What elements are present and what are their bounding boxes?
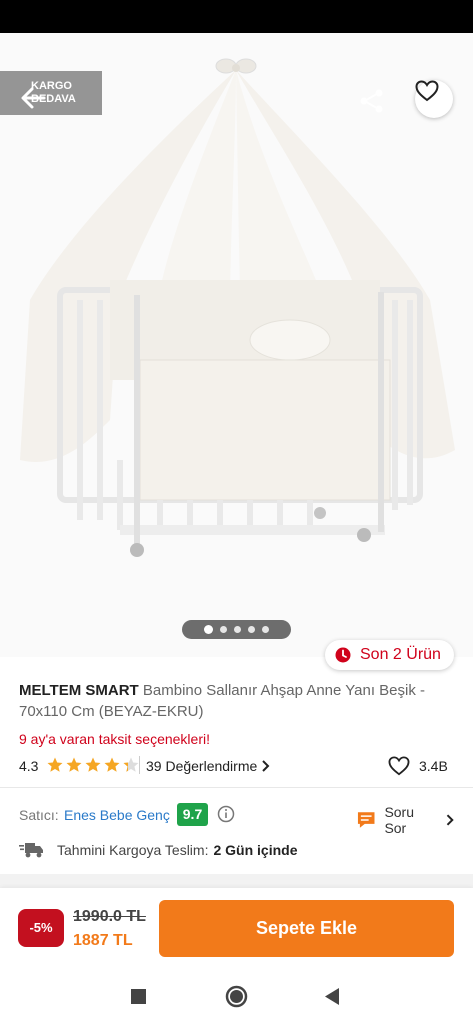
- shipping-value: 2 Gün içinde: [213, 842, 298, 858]
- rating-score: 4.3: [19, 758, 39, 774]
- low-stock-label: Son 2 Ürün: [360, 646, 441, 663]
- discount-badge: -5%: [18, 909, 64, 947]
- recents-icon[interactable]: [131, 989, 146, 1004]
- add-to-cart-button[interactable]: Sepete Ekle: [159, 900, 454, 957]
- favorite-button[interactable]: [415, 80, 453, 118]
- current-price: 1887 TL: [73, 932, 133, 949]
- star-full-icon: [66, 757, 82, 772]
- likes[interactable]: 3.4B: [388, 756, 448, 776]
- page-dot[interactable]: [262, 626, 269, 633]
- gallery-pagination[interactable]: [182, 620, 291, 639]
- back-button[interactable]: [20, 85, 46, 111]
- back-nav-icon[interactable]: [325, 988, 340, 1005]
- old-price: 1990.0 TL: [73, 908, 146, 925]
- star-half-icon: [123, 757, 139, 772]
- page-dot[interactable]: [234, 626, 241, 633]
- system-nav-bar: [0, 968, 473, 1024]
- product-title: MELTEM SMART Bambino Sallanır Ahşap Anne…: [19, 680, 459, 722]
- seller-name[interactable]: Enes Bebe Genç: [64, 807, 170, 823]
- star-full-icon: [104, 757, 120, 772]
- seller-row: Satıcı: Enes Bebe Genç 9.7 Soru Sor: [19, 803, 454, 836]
- truck-icon: [19, 843, 43, 858]
- home-icon[interactable]: [225, 985, 248, 1008]
- crib-illustration: [20, 58, 455, 557]
- separator: [139, 756, 140, 774]
- shipping-estimate: Tahmini Kargoya Teslim: 2 Gün içinde: [19, 840, 454, 860]
- info-icon[interactable]: [217, 805, 235, 823]
- share-icon: [360, 89, 383, 113]
- chevron-right-icon: [446, 814, 454, 826]
- reviews-count: 39 Değerlendirme: [146, 758, 258, 774]
- star-rating: [46, 756, 140, 774]
- chevron-right-icon: [262, 760, 270, 772]
- heart-outline-icon: [388, 756, 410, 776]
- arrow-left-icon: [21, 87, 46, 109]
- rating-row: 4.3 39 Değerlendirme 3.4B: [19, 756, 454, 776]
- low-stock-badge: Son 2 Ürün: [325, 640, 454, 670]
- seller-score-badge: 9.7: [177, 803, 208, 826]
- shipping-label: Tahmini Kargoya Teslim:: [57, 842, 209, 858]
- purchase-bar: -5% 1990.0 TL 1887 TL Sepete Ekle: [0, 888, 473, 968]
- reviews-link[interactable]: 39 Değerlendirme: [146, 758, 271, 774]
- heart-outline-icon: [415, 80, 439, 102]
- page-dot-active[interactable]: [204, 625, 213, 634]
- installment-link[interactable]: 9 ay'a varan taksit seçenekleri!: [19, 731, 210, 747]
- star-full-icon: [85, 757, 101, 772]
- page-dot[interactable]: [220, 626, 227, 633]
- status-bar: [0, 0, 473, 33]
- star-full-icon: [47, 757, 63, 772]
- product-image[interactable]: KARGO BEDAVA: [0, 33, 473, 657]
- ask-question-button[interactable]: Soru Sor: [356, 804, 454, 836]
- seller-label: Satıcı:: [19, 807, 59, 823]
- clock-icon: [335, 647, 351, 663]
- ask-question-label: Soru Sor: [384, 804, 415, 836]
- chat-bubble-icon: [357, 812, 375, 828]
- page-dot[interactable]: [248, 626, 255, 633]
- free-shipping-badge: KARGO BEDAVA: [0, 71, 102, 115]
- likes-count: 3.4B: [419, 758, 448, 774]
- brand-name[interactable]: MELTEM SMART: [19, 682, 139, 699]
- share-button[interactable]: [358, 87, 386, 115]
- divider: [0, 787, 473, 788]
- section-spacer: [0, 874, 473, 888]
